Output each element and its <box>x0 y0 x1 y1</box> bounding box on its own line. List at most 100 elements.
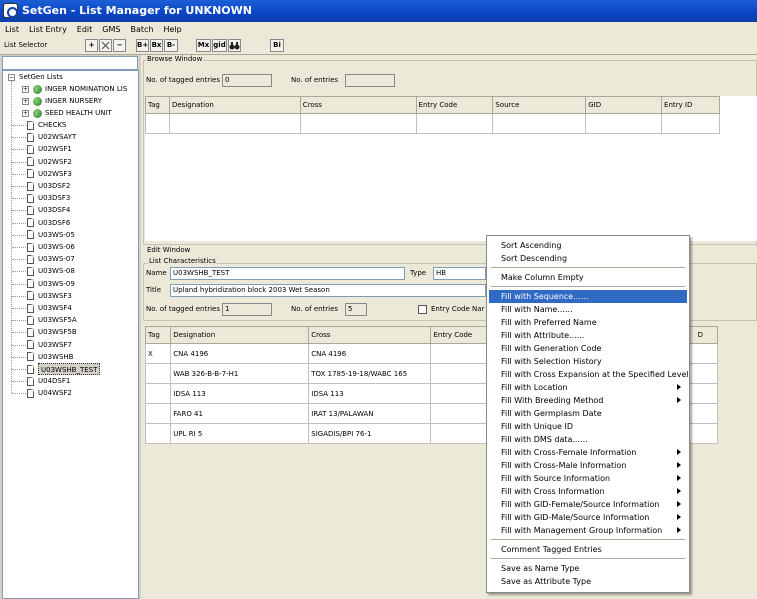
entry-code-name-checkbox[interactable] <box>418 305 427 314</box>
context-menu-item[interactable]: Sort Descending <box>489 252 687 265</box>
list-tree[interactable]: − SetGen Lists + INGER NOMINATION LIS + … <box>2 70 139 599</box>
batch-remove-button[interactable]: B- <box>164 39 178 52</box>
grid-cell[interactable] <box>168 113 301 134</box>
menu-gms[interactable]: GMS <box>97 22 125 37</box>
mx-button[interactable]: Mx <box>196 39 211 52</box>
menu-list[interactable]: List <box>0 22 24 37</box>
collapse-root-icon[interactable]: − <box>8 74 15 81</box>
batch-delete-button[interactable]: Bx <box>150 39 163 52</box>
col-cross[interactable]: Cross <box>299 96 417 114</box>
tree-list-item[interactable]: U03WSF3 <box>38 290 72 302</box>
expand-folder-icon[interactable]: + <box>22 86 29 93</box>
tree-list-item[interactable]: U02WSF3 <box>38 168 72 180</box>
row-tag[interactable] <box>144 383 172 404</box>
type-input[interactable]: HB <box>433 267 486 280</box>
tree-list-item[interactable]: U03WSHB <box>38 351 73 363</box>
context-menu-item[interactable]: Fill with DMS data...... <box>489 433 687 446</box>
grid-cell[interactable] <box>492 113 587 134</box>
batch-add-button[interactable]: B+ <box>136 39 149 52</box>
col-tag[interactable]: Tag <box>145 96 170 114</box>
context-menu-item[interactable]: Fill With Breeding Method <box>489 394 687 407</box>
row-tag[interactable] <box>144 403 172 424</box>
grid-cell[interactable] <box>415 113 494 134</box>
window-title-bar[interactable]: SetGen - List Manager for UNKNOWN <box>0 0 757 22</box>
tree-list-item[interactable]: U02WSF1 <box>38 143 72 155</box>
context-menu-item[interactable]: Fill with Cross Information <box>489 485 687 498</box>
gid-button[interactable]: gid <box>212 39 227 52</box>
context-menu-item[interactable]: Fill with GID-Female/Source Information <box>489 498 687 511</box>
context-menu-item[interactable]: Fill with Preferred Name <box>489 316 687 329</box>
row-designation[interactable]: CNA 4196 <box>170 343 310 364</box>
context-menu-item[interactable]: Fill with GID-Male/Source Information <box>489 511 687 524</box>
row-tag[interactable] <box>144 423 172 444</box>
name-input[interactable]: U03WSHB_TEST <box>170 267 405 280</box>
tree-list-item[interactable]: U03WSF7 <box>38 339 72 351</box>
tree-list-item[interactable]: U03DSF2 <box>38 180 70 192</box>
context-menu-item[interactable]: Fill with Source Information <box>489 472 687 485</box>
context-menu-item[interactable]: Fill with Sequence...... <box>489 290 687 303</box>
col-source[interactable]: Source <box>492 96 587 114</box>
title-input[interactable]: Upland hybridization block 2003 Wet Seas… <box>170 284 486 297</box>
menu-batch[interactable]: Batch <box>125 22 158 37</box>
expand-folder-icon[interactable]: + <box>22 98 29 105</box>
context-menu-item[interactable]: Fill with Selection History <box>489 355 687 368</box>
list-selector-input[interactable] <box>2 56 138 70</box>
tree-list-item[interactable]: U04WSF2 <box>38 387 72 399</box>
row-cross[interactable]: SIGADIS/BPI 76-1 <box>308 423 432 444</box>
tree-list-item[interactable]: U03DSF6 <box>38 217 70 229</box>
menu-list-entry[interactable]: List Entry <box>24 22 72 37</box>
tree-list-item[interactable]: U02WSF2 <box>38 156 72 168</box>
col-cross[interactable]: Cross <box>308 326 432 344</box>
browse-grid[interactable]: Tag Designation Cross Entry Code Source … <box>145 96 757 241</box>
bi-button[interactable]: Bi <box>270 39 284 52</box>
tree-list-item[interactable]: U03WS-08 <box>38 265 75 277</box>
grid-cell[interactable] <box>661 113 720 134</box>
context-menu-item[interactable]: Fill with Unique ID <box>489 420 687 433</box>
col-entry-code[interactable]: Entry Code <box>415 96 494 114</box>
context-menu-item[interactable]: Sort Ascending <box>489 239 687 252</box>
tree-list-item[interactable]: U03WS-07 <box>38 253 75 265</box>
context-menu-item[interactable]: Fill with Cross Expansion at the Specifi… <box>489 368 689 381</box>
row-cross[interactable]: TOX 1785-19-18/WABC 165 <box>308 363 432 384</box>
tree-folder[interactable]: INGER NOMINATION LIS <box>45 83 127 95</box>
context-menu-item[interactable]: Fill with Cross-Female Information <box>489 446 687 459</box>
tree-list-item[interactable]: U03WSF5A <box>38 314 77 326</box>
row-designation[interactable]: FARO 41 <box>170 403 310 424</box>
tree-list-item[interactable]: U03WS-09 <box>38 278 75 290</box>
tree-list-item[interactable]: U03WSHB_TEST <box>38 363 101 375</box>
grid-cell[interactable] <box>299 113 417 134</box>
context-menu-item[interactable]: Fill with Generation Code <box>489 342 687 355</box>
row-designation[interactable]: WAB 326-B-B-7-H1 <box>170 363 310 384</box>
grid-cell[interactable] <box>585 113 663 134</box>
tree-list-item[interactable]: U02WSAYT <box>38 131 76 143</box>
col-entry-id[interactable]: Entry ID <box>661 96 720 114</box>
col-tag[interactable]: Tag <box>144 326 172 344</box>
delete-list-icon[interactable] <box>99 39 112 52</box>
col-designation[interactable]: Designation <box>168 96 301 114</box>
context-menu-item[interactable]: Comment Tagged Entries <box>489 543 687 556</box>
row-designation[interactable]: IDSA 113 <box>170 383 310 404</box>
binoculars-icon[interactable] <box>228 39 241 52</box>
row-cross[interactable]: IRAT 13/PALAWAN <box>308 403 432 424</box>
row-designation[interactable]: UPL RI 5 <box>170 423 310 444</box>
row-cross[interactable]: CNA 4196 <box>308 343 432 364</box>
tree-list-item[interactable]: U03WS-05 <box>38 229 75 241</box>
context-menu-item[interactable]: Fill with Germplasm Date <box>489 407 687 420</box>
grid-cell[interactable] <box>145 113 170 134</box>
tree-list-item[interactable]: U03DSF4 <box>38 204 70 216</box>
row-tag[interactable]: X <box>144 343 172 364</box>
context-menu-item[interactable]: Fill with Location <box>489 381 687 394</box>
tree-list-item[interactable]: U03WSF5B <box>38 326 77 338</box>
tree-root-label[interactable]: SetGen Lists <box>19 71 63 83</box>
tree-list-item[interactable]: U03WSF4 <box>38 302 72 314</box>
tree-folder[interactable]: INGER NURSERY <box>45 95 102 107</box>
row-cross[interactable]: IDSA 113 <box>308 383 432 404</box>
context-menu-item[interactable]: Fill with Management Group Information <box>489 524 687 537</box>
context-menu-item[interactable]: Fill with Name...... <box>489 303 687 316</box>
context-menu-item[interactable]: Fill with Cross-Male Information <box>489 459 687 472</box>
tree-folder[interactable]: SEED HEALTH UNIT <box>45 107 112 119</box>
tree-list-item[interactable]: CHECKS <box>38 119 67 131</box>
expand-folder-icon[interactable]: + <box>22 110 29 117</box>
remove-list-button[interactable]: − <box>113 39 126 52</box>
row-tag[interactable] <box>144 363 172 384</box>
